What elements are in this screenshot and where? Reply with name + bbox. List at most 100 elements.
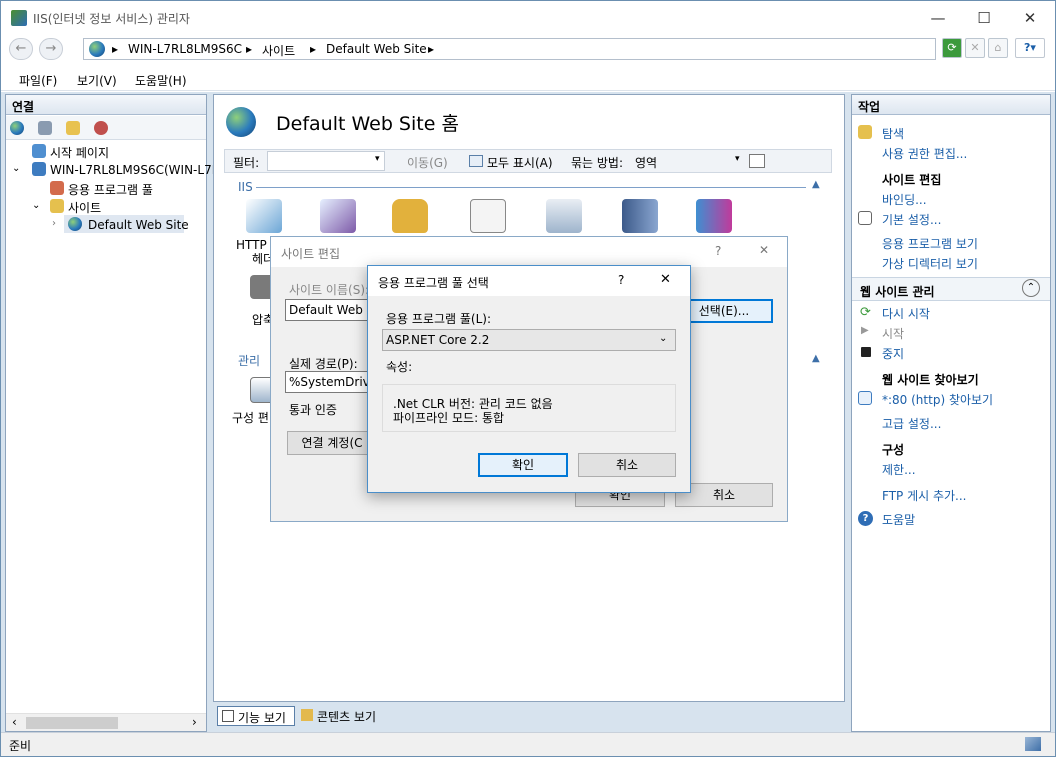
http-headers-icon[interactable] [246,199,282,233]
action-restart[interactable]: 다시 시작 [882,305,930,322]
expand-icon[interactable]: ⌄ [32,200,40,211]
auth-lock-icon[interactable] [392,199,428,233]
feature-config-label[interactable]: 구성 편 [232,409,269,426]
connect-icon[interactable] [10,121,24,135]
addr-sep-icon: ▸ [112,42,119,56]
browse-site-heading: 웹 사이트 찾아보기 [882,373,979,387]
collapse-mgmt-icon[interactable]: ▲ [812,353,820,364]
save-icon[interactable] [38,121,52,135]
pipeline-mode-text: 파이프라인 모드: 통합 [393,411,505,425]
site-name-label: 사이트 이름(S): [289,283,370,297]
home-icon[interactable]: ⌂ [988,38,1008,58]
stop-icon [861,347,871,357]
edit-site-help-button[interactable]: ? [715,244,721,258]
breadcrumb-site[interactable]: Default Web Site [326,42,427,56]
edit-site-title: 사이트 편집 [281,247,341,261]
up-folder-icon[interactable] [66,121,80,135]
site-name-input[interactable]: Default Web S [285,299,375,321]
collapse-section-icon[interactable]: ▲ [812,179,820,190]
logging-icon[interactable] [622,199,658,233]
properties-label: 속성: [386,360,413,374]
help-icon[interactable]: ?▾ [1015,38,1045,58]
mime-icon[interactable] [320,199,356,233]
modules-icon[interactable] [696,199,732,233]
addr-sep-icon: ▸ [428,42,435,56]
app-pool-select[interactable]: ASP.NET Core 2.2 ⌄ [382,329,676,351]
restart-icon: ⟳ [860,305,871,320]
refresh-icon[interactable]: ⟳ [942,38,962,58]
maximize-button[interactable]: ☐ [961,1,1007,35]
breadcrumb-server[interactable]: WIN-L7RL8LM9S6C [128,42,242,56]
app-pool-ok-button[interactable]: 확인 [478,453,568,477]
document-icon[interactable] [470,199,506,233]
action-explore[interactable]: 탐색 [882,125,904,142]
status-text: 준비 [9,739,32,753]
filter-label: 필터: [233,156,260,170]
action-advanced-settings[interactable]: 고급 설정... [882,415,941,432]
action-stop[interactable]: 중지 [882,345,904,362]
action-limits[interactable]: 제한... [882,461,916,478]
collapse-manage-icon[interactable]: ⌃ [1022,279,1040,297]
menu-view[interactable]: 보기(V) [77,72,117,89]
action-bindings[interactable]: 바인딩... [882,191,927,208]
horizontal-scrollbar[interactable]: ‹ › [6,713,206,731]
section-management: 관리 [238,354,261,368]
select-app-pool-dialog: 응용 프로그램 풀 선택 ? ✕ 응용 프로그램 풀(L): ASP.NET C… [367,265,691,493]
scrollbar-thumb[interactable] [26,717,118,729]
connections-toolbar [6,116,206,140]
action-ftp-publish[interactable]: FTP 게시 추가... [882,487,967,504]
delete-connection-icon[interactable] [94,121,108,135]
filter-input[interactable] [267,151,385,171]
tree-server[interactable]: WIN-L7RL8LM9S6C(WIN-L7R [50,163,220,177]
physical-path-label: 실제 경로(P): [289,357,358,371]
close-button[interactable]: ✕ [1007,1,1053,35]
group-dropdown-icon[interactable]: ▾ [735,154,740,164]
collapse-icon[interactable]: › [52,218,56,229]
action-view-vdirs[interactable]: 가상 디렉터리 보기 [882,255,978,272]
minimize-button[interactable]: — [915,1,961,35]
show-all-icon [469,155,483,167]
expand-icon[interactable]: ⌄ [12,163,20,174]
features-view-icon [222,710,234,722]
group-by-label: 묶는 방법: [571,156,624,170]
action-start: 시작 [882,327,905,341]
tree-start-page[interactable]: 시작 페이지 [50,144,109,161]
action-view-applications[interactable]: 응용 프로그램 보기 [882,235,978,252]
menu-bar: 파일(F) 보기(V) 도움말(H) [1,67,1055,91]
connect-as-button[interactable]: 연결 계정(C [287,431,377,455]
action-basic-settings[interactable]: 기본 설정... [882,211,941,228]
directory-browse-icon[interactable] [546,199,582,233]
scroll-right-icon[interactable]: › [192,715,197,729]
address-box[interactable]: ▸ WIN-L7RL8LM9S6C ▸ 사이트 ▸ Default Web Si… [83,38,936,60]
tree-default-site[interactable]: Default Web Site [88,218,189,232]
tab-features-label: 기능 보기 [238,711,286,725]
app-pool-selected: ASP.NET Core 2.2 [386,333,490,347]
tab-content-view[interactable]: 콘텐츠 보기 [299,706,389,726]
action-edit-permissions[interactable]: 사용 권한 편집... [882,145,967,162]
forward-button[interactable]: → [39,38,63,60]
group-by-value[interactable]: 영역 [635,154,657,171]
action-browse-80[interactable]: *:80 (http) 찾아보기 [882,391,993,408]
tab-features-view[interactable]: 기능 보기 [217,706,295,726]
show-all-button[interactable]: 모두 표시(A) [487,154,553,171]
connections-pane: 연결 시작 페이지 ⌄ WIN-L7RL8LM9S6C(WIN-L7R 응용 프… [5,94,220,732]
view-toggle-icon[interactable] [749,154,765,168]
breadcrumb-sites[interactable]: 사이트 [262,42,295,59]
physical-path-input[interactable]: %SystemDrive% [285,371,375,393]
back-button[interactable]: ← [9,38,33,60]
filter-dropdown-icon[interactable]: ▾ [375,154,380,164]
menu-file[interactable]: 파일(F) [19,72,57,89]
network-status-icon [1025,737,1041,751]
stop-icon[interactable]: ✕ [965,38,985,58]
action-help[interactable]: 도움말 [882,511,915,528]
app-pool-close-button[interactable]: ✕ [660,272,671,287]
scroll-left-icon[interactable]: ‹ [12,715,17,729]
tree-app-pools[interactable]: 응용 프로그램 풀 [68,181,153,198]
browse-icon [858,391,872,405]
app-pool-help-button[interactable]: ? [618,273,624,287]
tree-sites[interactable]: 사이트 [68,199,101,216]
edit-site-close-button[interactable]: ✕ [759,243,769,257]
go-button[interactable]: 이동(G) [407,154,448,171]
menu-help[interactable]: 도움말(H) [135,72,187,89]
app-pool-cancel-button[interactable]: 취소 [578,453,676,477]
